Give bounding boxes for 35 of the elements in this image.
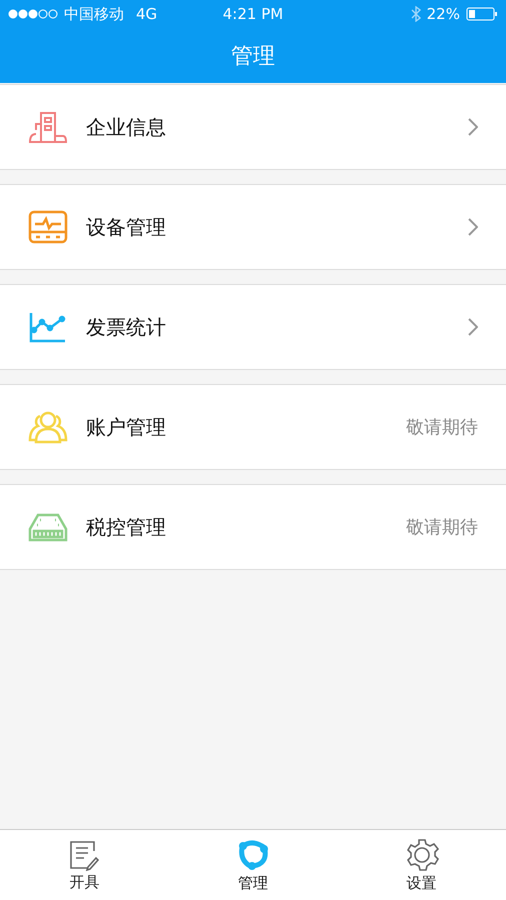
menu-label: 税控管理 xyxy=(86,514,167,540)
chevron-right-icon xyxy=(468,318,478,336)
menu-row[interactable]: 企业信息 xyxy=(0,84,506,170)
building-icon xyxy=(28,110,68,144)
menu-row[interactable]: 设备管理 xyxy=(0,184,506,270)
coming-soon-note: 敬请期待 xyxy=(406,516,478,539)
menu-label: 账户管理 xyxy=(86,414,167,440)
tab-label: 设置 xyxy=(406,874,437,892)
battery-percent: 22% xyxy=(426,5,460,23)
network-type: 4G xyxy=(136,5,158,23)
tab-item[interactable]: 开具 xyxy=(0,830,169,900)
note-edit-icon xyxy=(68,838,100,870)
tab-item[interactable]: 管理 xyxy=(168,830,338,900)
tab-item[interactable]: 设置 xyxy=(337,830,506,900)
menu-row[interactable]: 发票统计 xyxy=(0,284,506,370)
battery-icon xyxy=(466,7,498,21)
menu-label: 设备管理 xyxy=(86,214,167,240)
carrier-name: 中国移动 xyxy=(64,4,124,24)
users-icon xyxy=(28,410,68,444)
settings-icon xyxy=(404,838,439,872)
menu-row[interactable]: 账户管理 敬请期待 xyxy=(0,384,506,470)
monitor-icon xyxy=(28,210,68,244)
clock-time: 4:21 PM xyxy=(222,5,284,23)
page-title: 管理 xyxy=(231,42,275,70)
menu-label: 企业信息 xyxy=(86,114,167,140)
menu-row[interactable]: 税控管理 敬请期待 xyxy=(0,484,506,570)
bluetooth-icon xyxy=(410,6,421,22)
chevron-right-icon xyxy=(468,218,478,236)
chevron-right-icon xyxy=(468,118,478,136)
tab-label: 开具 xyxy=(69,872,100,892)
tab-label: 管理 xyxy=(238,874,268,892)
signal-icon xyxy=(8,9,58,19)
menu-label: 发票统计 xyxy=(86,314,167,340)
line-chart-icon xyxy=(28,310,68,344)
coming-soon-note: 敬请期待 xyxy=(406,416,478,439)
